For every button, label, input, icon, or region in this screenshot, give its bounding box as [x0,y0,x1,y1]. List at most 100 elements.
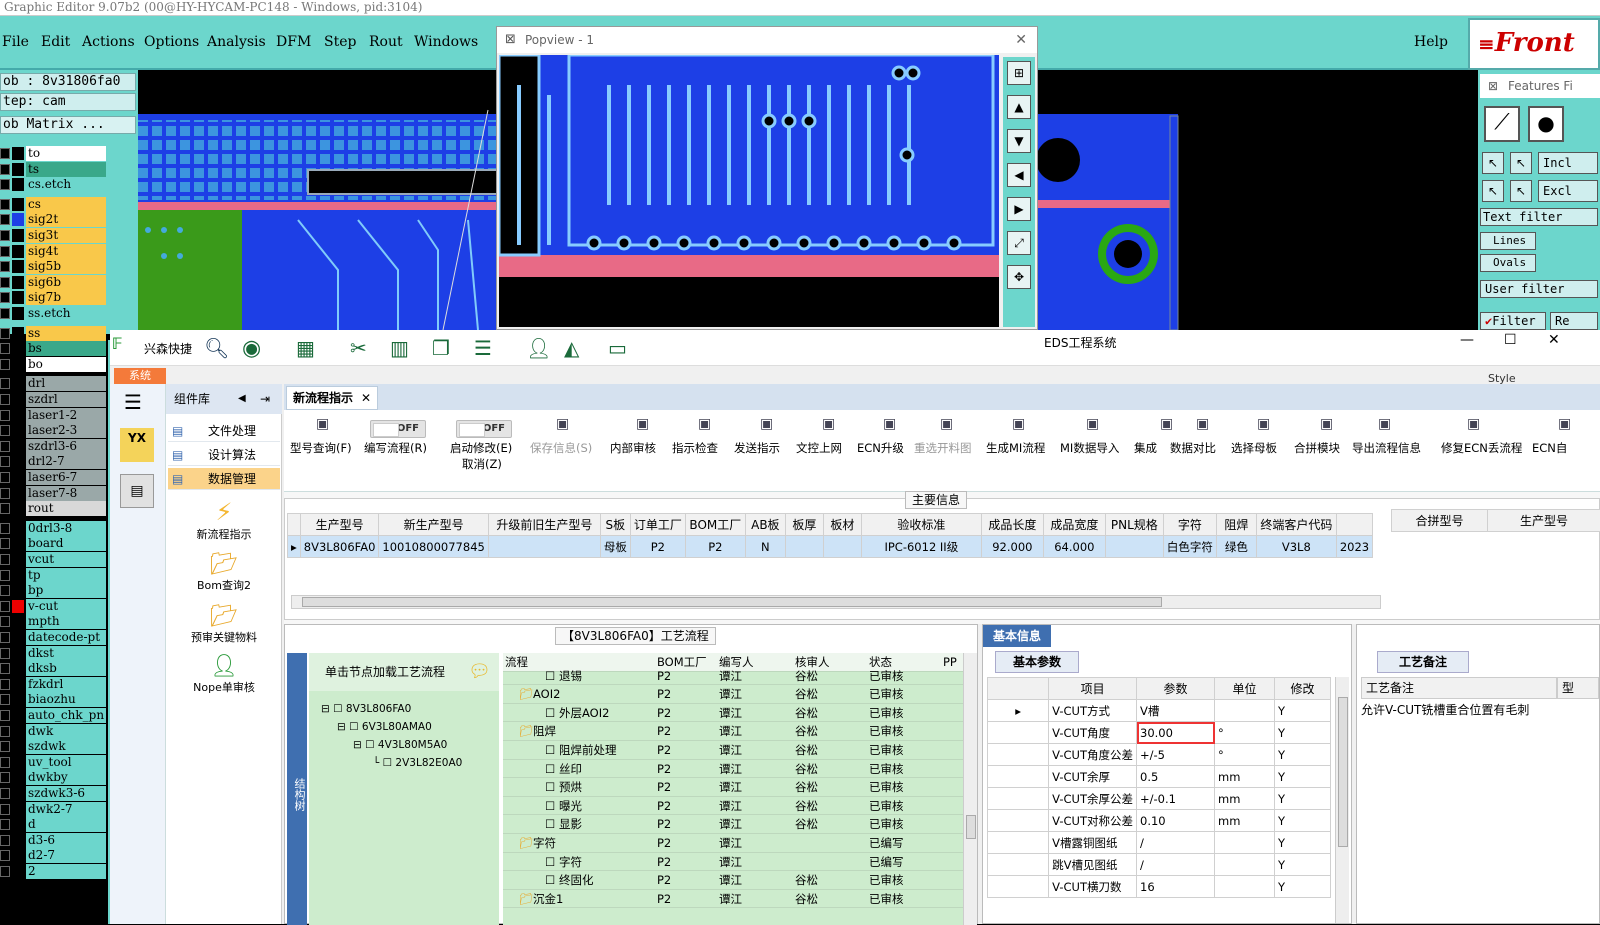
basic-cell-unit[interactable]: ° [1215,744,1275,766]
menu-dfm[interactable]: DFM [276,34,311,50]
ribbon-button[interactable]: 生成MI流程 [986,440,1045,456]
layer-row[interactable]: sig2t [0,212,108,227]
table-cell[interactable]: 10010800077845 [379,536,488,558]
layer-checkbox[interactable] [0,538,10,549]
user-filter-button[interactable]: User filter [1480,280,1598,298]
layer-row[interactable]: bp [0,583,108,598]
layer-row[interactable]: laser1-2 [0,408,108,423]
basic-param-row[interactable]: V-CUT横刀数16Y [988,876,1331,898]
table-cell[interactable]: 64.000 [1043,536,1105,558]
ribbon-button[interactable]: 选择母板 [1231,440,1277,456]
ribbon-button[interactable]: ECN升级 [857,440,904,456]
ribbon-button[interactable]: 文控上网 [796,440,842,456]
layer-checkbox[interactable] [0,819,10,830]
move-icon[interactable]: ✥ [1007,265,1031,289]
table-cell[interactable] [488,536,600,558]
ribbon-button[interactable]: 重选开料图 [914,440,972,456]
layer-checkbox[interactable] [0,261,10,272]
basic-cell-param[interactable]: +/-0.1 [1137,788,1215,810]
search-icon[interactable]: 🔍︎ [204,336,228,360]
menu-step[interactable]: Step [324,34,356,50]
layer-row[interactable]: szdrl [0,392,108,407]
notes-text[interactable]: 允许V-CUT铣槽重合位置有毛刺 [1361,701,1541,718]
layer-checkbox[interactable] [0,632,10,643]
table-column-header[interactable]: 板材 [823,514,861,536]
popview-window[interactable]: ⊠ Popview - 1 ✕ ⊞ ▲ ▼ ◀ ▶ ⤢ ✥ [496,26,1038,330]
layer-row[interactable]: bs [0,341,108,356]
basic-cell-unit[interactable] [1215,854,1275,876]
layer-row[interactable]: ss [0,326,108,341]
menu-icon[interactable]: ☰ [124,390,142,414]
layer-checkbox[interactable] [0,214,10,225]
layer-row[interactable]: laser6-7 [0,470,108,485]
layer-checkbox[interactable] [0,343,10,354]
incl-button[interactable]: Incl [1538,152,1598,174]
collapse-left-icon[interactable]: ◀ [238,384,246,414]
basic-param-row[interactable]: 跳V槽见图纸/Y [988,854,1331,876]
layer-row[interactable]: board [0,536,108,551]
layer-checkbox[interactable] [0,441,10,452]
basic-cell-mod[interactable]: Y [1275,700,1331,722]
layer-checkbox[interactable] [0,277,10,288]
layer-row[interactable]: bo [0,357,108,372]
table-column-header[interactable]: 验收标准 [861,514,981,536]
flow-scroll-thumb[interactable] [966,815,976,839]
basic-cell-mod[interactable]: Y [1275,832,1331,854]
layer-checkbox[interactable] [0,164,10,175]
basic-cell-param[interactable]: +/-5 [1137,744,1215,766]
library-design-algorithm[interactable]: ▤设计算法 [168,444,280,466]
toggle-switch[interactable]: OFF [456,420,512,438]
layer-row[interactable]: szdrl3-6 [0,439,108,454]
basic-cell-unit[interactable]: mm [1215,810,1275,832]
menu-windows[interactable]: Windows [414,34,478,50]
flow-vertical-scrollbar[interactable] [963,653,977,925]
text-filter-button[interactable]: Text filter [1480,208,1598,226]
basic-cell-param[interactable]: 0.5 [1137,766,1215,788]
basic-cell-mod[interactable]: Y [1275,810,1331,832]
layer-checkbox[interactable] [0,488,10,499]
layer-checkbox[interactable] [0,523,10,534]
table-column-header[interactable]: 成品宽度 [1043,514,1105,536]
layer-checkbox[interactable] [0,554,10,565]
layer-row[interactable]: vcut [0,552,108,567]
table-cell[interactable]: 绿色 [1216,536,1256,558]
basic-param-row[interactable]: V-CUT余厚0.5mmY [988,766,1331,788]
menu-file[interactable]: File [2,34,29,50]
menu-rout[interactable]: Rout [369,34,403,50]
layer-row[interactable]: sig5b [0,259,108,274]
table-column-header[interactable]: S板 [600,514,630,536]
flow-row[interactable]: ☐退锡P2谭江谷松已审核 [503,667,963,686]
table-column-header[interactable]: 成品长度 [981,514,1043,536]
deselect-arrow-icon[interactable]: ↖ [1482,180,1504,202]
horizontal-scrollbar[interactable] [291,595,1381,609]
layer-row[interactable]: d3-6 [0,833,108,848]
basic-param-row[interactable]: V槽露铜图纸/Y [988,832,1331,854]
layer-row[interactable]: dwkby [0,770,108,785]
basic-cell-param[interactable]: / [1137,854,1215,876]
basic-cell-item[interactable]: V-CUT余厚公差 [1049,788,1137,810]
table-column-header[interactable]: 新生产型号 [379,514,488,536]
layer-row[interactable]: sig4t [0,244,108,259]
layer-row[interactable]: cs.etch [0,177,108,192]
layer-row[interactable]: uv_tool [0,755,108,770]
layer-row[interactable]: dkst [0,646,108,661]
basic-cell-item[interactable]: V-CUT横刀数 [1049,876,1137,898]
layer-row[interactable]: fzkdrl [0,677,108,692]
layer-checkbox[interactable] [0,456,10,467]
layer-checkbox[interactable] [0,788,10,799]
table-column-header[interactable]: 阻焊 [1216,514,1256,536]
layer-row[interactable]: v-cut [0,599,108,614]
layer-row[interactable]: d2-7 [0,848,108,863]
pad-tool-icon[interactable]: ● [1528,106,1564,142]
layer-checkbox[interactable] [0,179,10,190]
basic-cell-item[interactable]: V-CUT方式 [1049,700,1137,722]
excl-button[interactable]: Excl [1538,180,1598,202]
layer-row[interactable]: rout [0,501,108,516]
menu-options[interactable]: Options [144,34,199,50]
basic-param-row[interactable]: ▸V-CUT方式V槽Y [988,700,1331,722]
layer-checkbox[interactable] [0,292,10,303]
ribbon-button[interactable]: ECN自 [1532,440,1567,456]
basic-cell-item[interactable]: V-CUT角度 [1049,722,1137,744]
table-column-header[interactable]: 升级前旧生产型号 [488,514,600,536]
ribbon-button[interactable]: 编写流程(R) [364,440,427,456]
